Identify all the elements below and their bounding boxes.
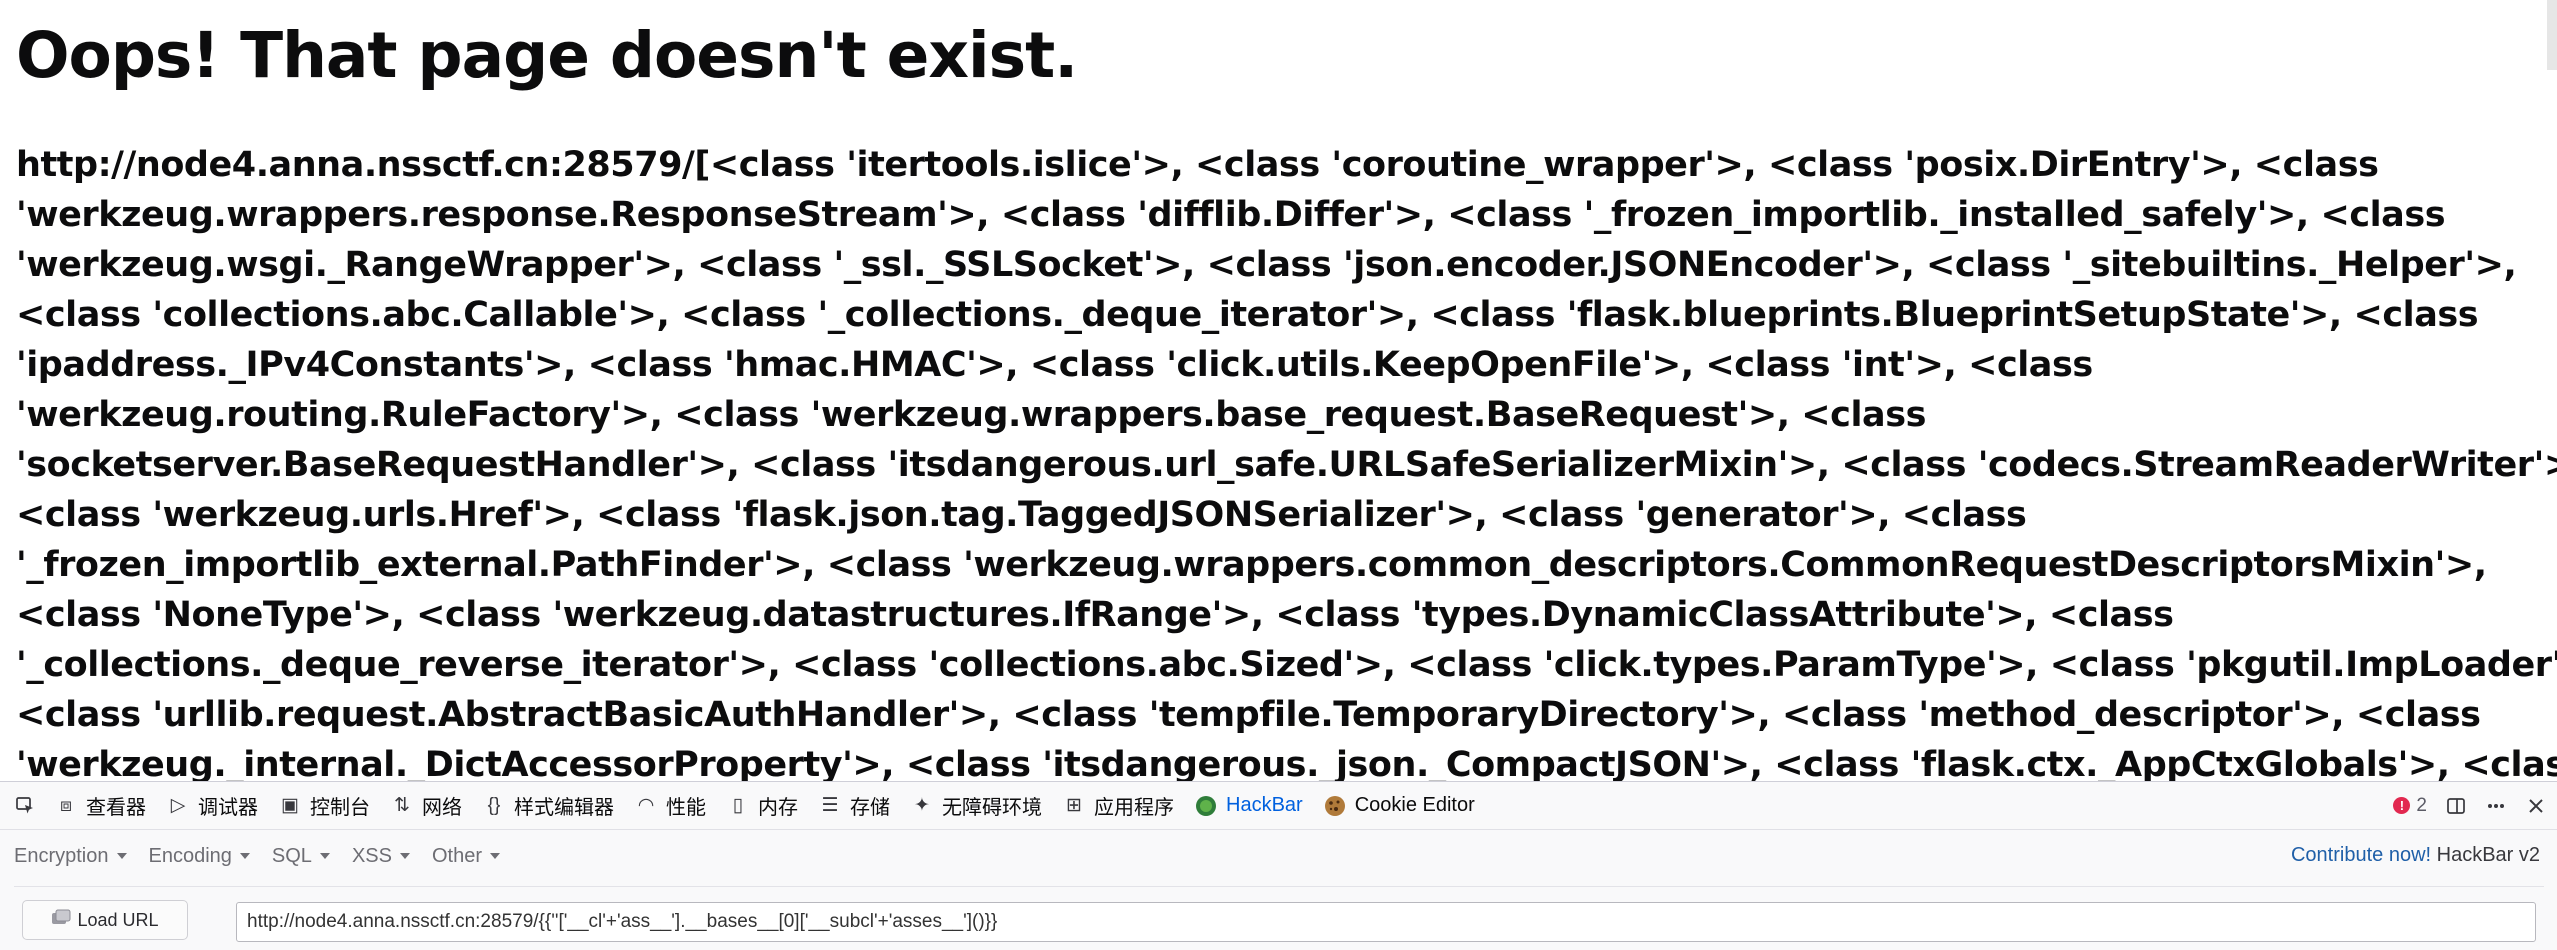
hackbar-menu-label: SQL <box>271 844 312 867</box>
tab-hackbar-label: HackBar <box>1226 794 1303 816</box>
hackbar-brand: Contribute now! HackBar v2 <box>2291 844 2540 867</box>
chevron-down-icon <box>490 853 500 859</box>
tab-storage[interactable]: ☰ 存储 <box>808 782 900 829</box>
tab-performance-label: 性能 <box>666 797 706 819</box>
tab-cookie-editor[interactable]: Cookie Editor <box>1313 782 1485 829</box>
tab-storage-label: 存储 <box>850 797 890 819</box>
grid-icon: ⊞ <box>1066 795 1082 816</box>
page-body-text: http://node4.anna.nssctf.cn:28579/[<clas… <box>16 140 2557 781</box>
chevron-down-icon <box>399 853 410 859</box>
close-icon[interactable] <box>2525 795 2547 817</box>
page-body-line: 'werkzeug._internal._DictAccessorPropert… <box>16 745 2557 781</box>
devtools-panel: ⧈ 查看器 ▷ 调试器 ▣ 控制台 ⇅ 网络 {} 样式编辑器 ◠ 性能 ▯ 内存 ☰ 存储 ✦ 无障碍环境 ⊞ 应用… <box>0 781 2557 950</box>
chevron-down-icon <box>319 853 330 859</box>
load-url-button[interactable]: Load URL <box>22 900 188 940</box>
cookie-icon <box>1323 794 1347 818</box>
page-body-line: 'ipaddress._IPv4Constants'>, <class 'hma… <box>16 345 2093 385</box>
url-input[interactable] <box>236 902 2536 942</box>
network-icon: ⇅ <box>394 795 410 816</box>
tab-application[interactable]: ⊞ 应用程序 <box>1052 782 1184 829</box>
page-body-line: 'werkzeug.wsgi._RangeWrapper'>, <class '… <box>16 245 2517 285</box>
tab-inspector-label: 查看器 <box>86 797 146 819</box>
accessibility-icon: ✦ <box>914 795 930 816</box>
hackbar-menu: Encryption Encoding SQL XSS Other Contribute… <box>14 838 2544 874</box>
devtools-toolbar: ⧈ 查看器 ▷ 调试器 ▣ 控制台 ⇅ 网络 {} 样式编辑器 ◠ 性能 ▯ 内存 ☰ 存储 ✦ 无障碍环境 ⊞ 应用… <box>0 782 2557 830</box>
tab-network[interactable]: ⇅ 网络 <box>380 782 472 829</box>
tab-performance[interactable]: ◠ 性能 <box>624 782 716 829</box>
page-scrollbar[interactable] <box>2547 0 2557 70</box>
load-url-icon <box>51 909 71 932</box>
hackbar-menu-xss[interactable]: XSS <box>352 845 410 868</box>
inspector-icon: ⧈ <box>59 794 73 816</box>
console-icon: ▷ <box>170 795 186 816</box>
hackbar-icon <box>1194 794 1218 818</box>
page-viewport: Oops! That page doesn't exist. http://no… <box>0 0 2557 781</box>
chevron-down-icon <box>239 853 250 859</box>
tab-memory-label: 内存 <box>758 797 798 819</box>
hackbar-menu-other[interactable]: Other <box>432 845 500 868</box>
devtools-tabs: ⧈ 查看器 ▷ 调试器 ▣ 控制台 ⇅ 网络 {} 样式编辑器 ◠ 性能 ▯ 内存 ☰ 存储 ✦ 无障碍环境 ⊞ 应用… <box>44 782 1485 829</box>
hackbar-menu-sql[interactable]: SQL <box>272 845 330 868</box>
tab-console[interactable]: ▷ 调试器 <box>156 782 268 829</box>
page-body-line: <class 'NoneType'>, <class 'werkzeug.dat… <box>16 595 2174 635</box>
page-body-line: '_frozen_importlib_external.PathFinder'>… <box>16 545 2487 585</box>
chevron-down-icon <box>116 853 127 859</box>
page-body-line: '_collections._deque_reverse_iterator'>,… <box>16 645 2557 685</box>
tab-cookie-editor-label: Cookie Editor <box>1354 794 1475 816</box>
hackbar-menu-label: Encryption <box>14 844 109 867</box>
dock-side-icon[interactable] <box>2445 795 2467 817</box>
element-picker-icon[interactable] <box>14 795 36 817</box>
tab-accessibility[interactable]: ✦ 无障碍环境 <box>900 782 1052 829</box>
tab-debugger[interactable]: ▣ 控制台 <box>268 782 380 829</box>
hackbar-menu-encryption[interactable]: Encryption <box>14 845 127 868</box>
error-count: 2 <box>2416 794 2427 816</box>
error-icon: ! <box>2393 797 2411 814</box>
tab-style-editor[interactable]: {} 样式编辑器 <box>472 782 624 829</box>
load-url-label: Load URL <box>77 909 159 930</box>
page-body-line: http://node4.anna.nssctf.cn:28579/[<clas… <box>16 145 2379 185</box>
storage-icon: ☰ <box>821 795 839 816</box>
error-count-badge[interactable]: ! 2 <box>2393 795 2427 817</box>
hackbar-menu-label: Encoding <box>148 844 232 867</box>
tab-memory[interactable]: ▯ 内存 <box>716 782 808 829</box>
terminal-icon: ▣ <box>281 795 299 816</box>
hackbar-menu-label: XSS <box>351 844 392 867</box>
devtools-toolbar-right: ! 2 <box>2393 782 2547 829</box>
page-body-line: 'werkzeug.routing.RuleFactory'>, <class … <box>16 395 1926 435</box>
tab-hackbar[interactable]: HackBar <box>1184 782 1313 829</box>
page-body-line: <class 'werkzeug.urls.Href'>, <class 'fl… <box>16 495 2027 535</box>
page-body-line: 'werkzeug.wrappers.response.ResponseStre… <box>16 195 2446 235</box>
page-body-line: 'socketserver.BaseRequestHandler'>, <cla… <box>16 445 2557 485</box>
chip-icon: ▯ <box>732 795 744 816</box>
gauge-icon: ◠ <box>637 795 655 816</box>
braces-icon: {} <box>487 794 501 816</box>
hackbar-menu-encoding[interactable]: Encoding <box>149 845 250 868</box>
more-options-icon[interactable] <box>2485 795 2507 817</box>
page-body-line: <class 'collections.abc.Callable'>, <cla… <box>16 295 2479 335</box>
tab-inspector[interactable]: ⧈ 查看器 <box>44 782 156 829</box>
tab-debugger-label: 控制台 <box>310 797 370 819</box>
hackbar-menu-label: Other <box>431 844 482 867</box>
hackbar-divider <box>14 886 2544 887</box>
page-title: Oops! That page doesn't exist. <box>16 19 1078 92</box>
tab-accessibility-label: 无障碍环境 <box>942 797 1042 819</box>
tab-network-label: 网络 <box>422 797 462 819</box>
page-body-line: <class 'urllib.request.AbstractBasicAuth… <box>16 695 2481 735</box>
tab-style-editor-label: 样式编辑器 <box>514 797 614 819</box>
tab-console-label: 调试器 <box>198 797 258 819</box>
tab-application-label: 应用程序 <box>1094 797 1174 819</box>
hackbar-version: HackBar v2 <box>2436 844 2540 866</box>
contribute-link[interactable]: Contribute now! <box>2291 844 2431 866</box>
